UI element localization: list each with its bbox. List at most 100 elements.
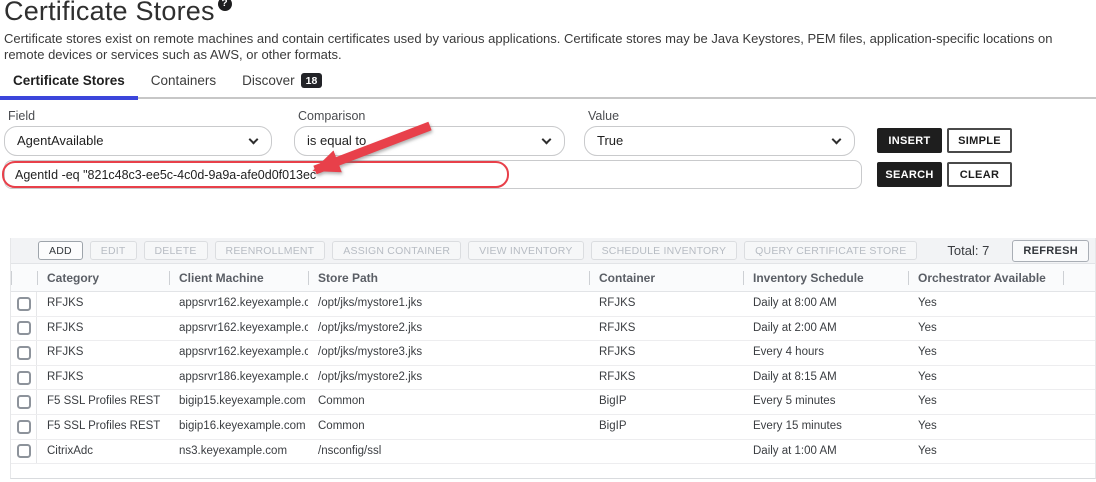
table-toolbar: ADD EDIT DELETE REENROLLMENT ASSIGN CONT… [11, 238, 1095, 264]
tab-label: Containers [151, 73, 216, 88]
row-checkbox-cell [11, 317, 37, 341]
cell-category: RFJKS [37, 341, 169, 365]
column-header-inventory-schedule: Inventory Schedule [743, 264, 908, 291]
cell-client-machine: appsrvr162.keyexample.com [169, 317, 308, 341]
chevron-down-icon [832, 135, 842, 145]
table-body: RFJKS appsrvr162.keyexample.com /opt/jks… [11, 292, 1095, 464]
value-select-value: True [597, 133, 623, 148]
tab-bar: Certificate Stores Containers Discover 1… [0, 72, 1096, 99]
page-description: Certificate stores exist on remote machi… [4, 31, 1092, 63]
clear-button[interactable]: CLEAR [947, 162, 1012, 187]
cell-store-path: /opt/jks/mystore1.jks [308, 292, 589, 316]
page-title-text: Certificate Stores [4, 0, 215, 26]
table-row: F5 SSL Profiles REST bigip16.keyexample.… [11, 415, 1095, 440]
field-select[interactable]: AgentAvailable [4, 126, 272, 156]
row-checkbox-cell [11, 341, 37, 365]
cell-orchestrator-available: Yes [908, 341, 1064, 365]
cell-orchestrator-available: Yes [908, 292, 1064, 316]
cell-client-machine: appsrvr162.keyexample.com [169, 292, 308, 316]
row-checkbox[interactable] [17, 420, 31, 434]
cell-orchestrator-available: Yes [908, 366, 1064, 390]
total-count: Total: 7 [947, 243, 989, 258]
cell-store-path: /nsconfig/ssl [308, 440, 589, 464]
column-header-orchestrator-available: Orchestrator Available [908, 264, 1064, 291]
cell-category: CitrixAdc [37, 440, 169, 464]
cell-container: RFJKS [589, 292, 743, 316]
value-label: Value [588, 109, 619, 123]
toolbar-button: EDIT [90, 241, 137, 260]
table-row: RFJKS appsrvr162.keyexample.com /opt/jks… [11, 292, 1095, 317]
cell-inventory-schedule: Every 5 minutes [743, 390, 908, 414]
row-checkbox[interactable] [17, 395, 31, 409]
cell-category: RFJKS [37, 317, 169, 341]
column-header-store-path: Store Path [308, 264, 589, 291]
tab-badge: 18 [301, 73, 323, 88]
simple-button[interactable]: SIMPLE [947, 128, 1012, 153]
cell-container: RFJKS [589, 341, 743, 365]
cell-category: RFJKS [37, 292, 169, 316]
toolbar-button: QUERY CERTIFICATE STORE [744, 241, 917, 260]
toolbar-button: VIEW INVENTORY [468, 241, 583, 260]
cell-container: RFJKS [589, 366, 743, 390]
cell-container: BigIP [589, 415, 743, 439]
row-checkbox-cell [11, 440, 37, 464]
column-header-client-machine: Client Machine [169, 264, 308, 291]
cell-inventory-schedule: Daily at 2:00 AM [743, 317, 908, 341]
row-checkbox[interactable] [17, 321, 31, 335]
cell-inventory-schedule: Every 4 hours [743, 341, 908, 365]
cell-inventory-schedule: Every 15 minutes [743, 415, 908, 439]
row-checkbox-cell [11, 292, 37, 316]
toolbar-button: SCHEDULE INVENTORY [591, 241, 738, 260]
cell-client-machine: appsrvr162.keyexample.com [169, 341, 308, 365]
table-row: F5 SSL Profiles REST bigip15.keyexample.… [11, 390, 1095, 415]
cell-category: F5 SSL Profiles REST [37, 415, 169, 439]
insert-button[interactable]: INSERT [877, 128, 942, 153]
page-title: Certificate Stores? [4, 0, 232, 27]
row-checkbox[interactable] [17, 297, 31, 311]
cell-orchestrator-available: Yes [908, 415, 1064, 439]
row-checkbox-cell [11, 390, 37, 414]
tab[interactable]: Discover 18 [229, 73, 335, 97]
toolbar-button: ASSIGN CONTAINER [332, 241, 461, 260]
help-icon[interactable]: ? [218, 0, 232, 11]
row-checkbox[interactable] [17, 444, 31, 458]
header-checkbox-cell [11, 264, 37, 291]
search-button[interactable]: SEARCH [877, 162, 942, 187]
cell-container [589, 440, 743, 464]
table-row: RFJKS appsrvr186.keyexample.com /opt/jks… [11, 366, 1095, 391]
total-value: 7 [982, 243, 989, 258]
certificate-stores-table: ADD EDIT DELETE REENROLLMENT ASSIGN CONT… [10, 238, 1096, 479]
refresh-button[interactable]: REFRESH [1012, 240, 1089, 262]
row-checkbox-cell [11, 415, 37, 439]
cell-container: BigIP [589, 390, 743, 414]
cell-orchestrator-available: Yes [908, 317, 1064, 341]
value-select[interactable]: True [584, 126, 855, 156]
row-checkbox[interactable] [17, 346, 31, 360]
cell-client-machine: bigip16.keyexample.com [169, 415, 308, 439]
cell-store-path: /opt/jks/mystore2.jks [308, 366, 589, 390]
tab-label: Discover [242, 73, 295, 88]
cell-category: F5 SSL Profiles REST [37, 390, 169, 414]
comparison-select[interactable]: is equal to [294, 126, 565, 156]
chevron-down-icon [542, 135, 552, 145]
cell-container: RFJKS [589, 317, 743, 341]
cell-inventory-schedule: Daily at 1:00 AM [743, 440, 908, 464]
cell-store-path: Common [308, 390, 589, 414]
field-select-value: AgentAvailable [17, 133, 104, 148]
table-header-row: Category Client Machine Store Path Conta… [11, 264, 1095, 292]
query-input[interactable] [4, 160, 862, 189]
table-row: RFJKS appsrvr162.keyexample.com /opt/jks… [11, 317, 1095, 342]
row-checkbox-cell [11, 366, 37, 390]
table-row: CitrixAdc ns3.keyexample.com /nsconfig/s… [11, 440, 1095, 465]
tab[interactable]: Containers [138, 73, 229, 97]
field-label: Field [8, 109, 35, 123]
row-checkbox[interactable] [17, 371, 31, 385]
cell-client-machine: bigip15.keyexample.com [169, 390, 308, 414]
chevron-down-icon [249, 135, 259, 145]
total-label: Total: [947, 243, 978, 258]
toolbar-button[interactable]: ADD [38, 241, 83, 260]
cell-client-machine: ns3.keyexample.com [169, 440, 308, 464]
column-header-container: Container [589, 264, 743, 291]
cell-inventory-schedule: Daily at 8:00 AM [743, 292, 908, 316]
tab[interactable]: Certificate Stores [0, 73, 138, 97]
